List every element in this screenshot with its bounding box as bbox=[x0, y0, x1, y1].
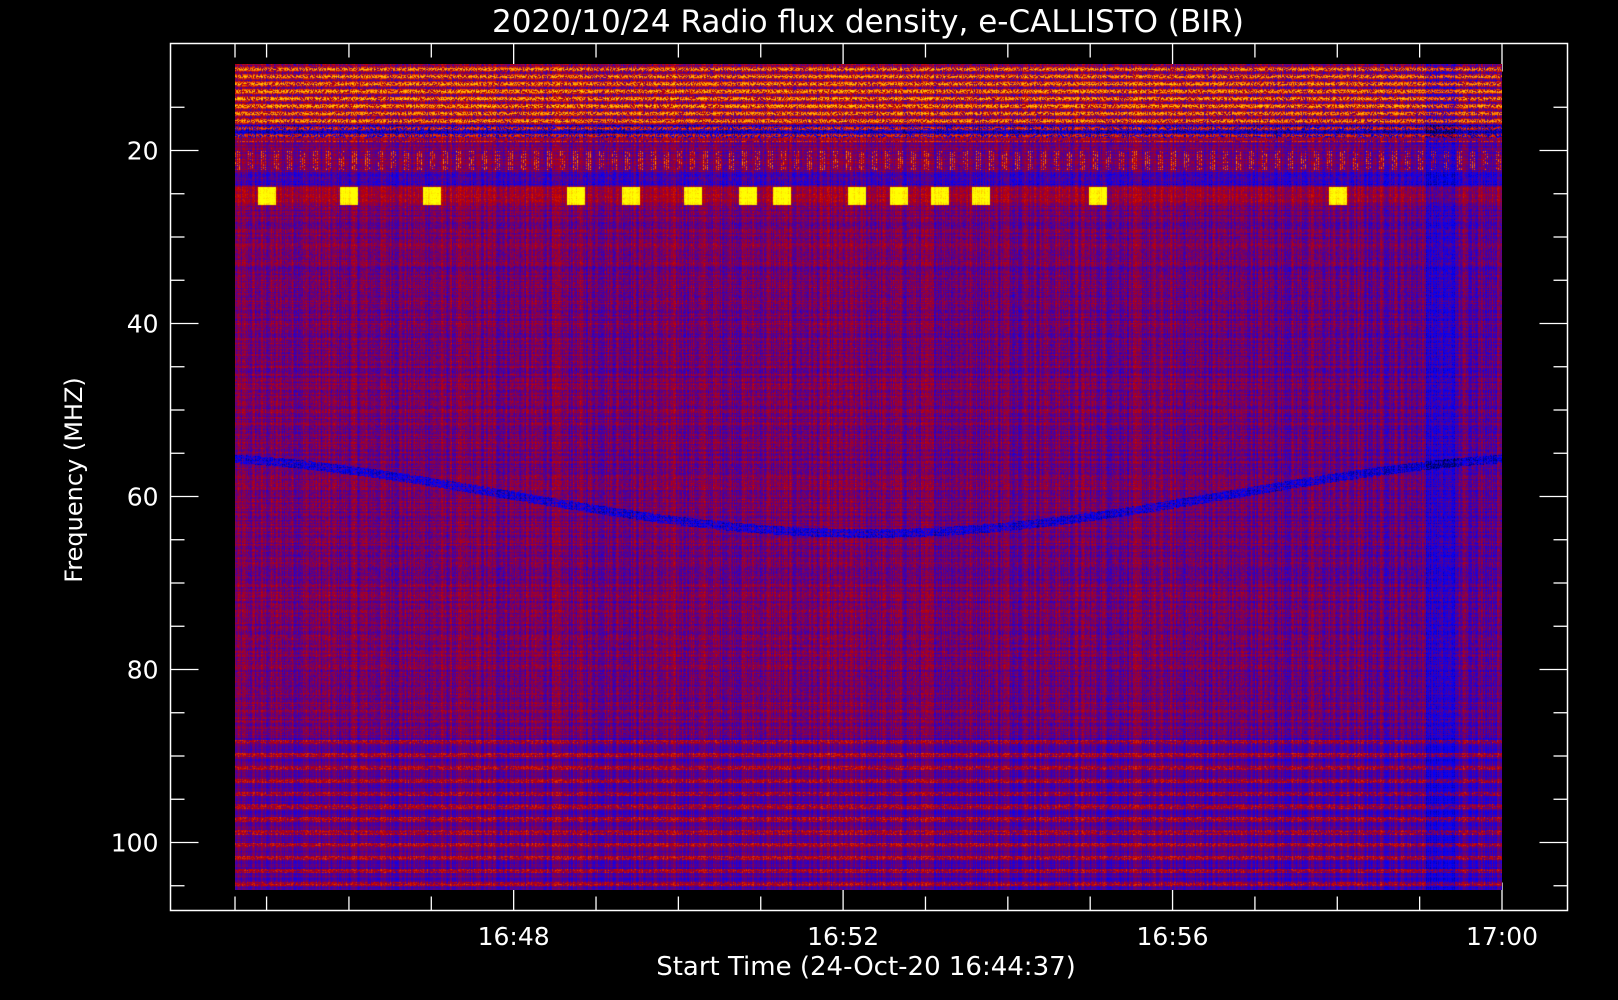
y-axis-label: Frequency (MHZ) bbox=[60, 377, 88, 583]
spectrogram-image bbox=[235, 64, 1502, 890]
x-tick-label: 16:48 bbox=[478, 922, 550, 951]
x-axis-label: Start Time (24-Oct-20 16:44:37) bbox=[656, 952, 1076, 982]
x-tick-label: 16:52 bbox=[807, 922, 879, 951]
chart-title: 2020/10/24 Radio flux density, e-CALLIST… bbox=[492, 4, 1244, 40]
y-tick-label: 20 bbox=[127, 137, 159, 166]
y-tick-label: 60 bbox=[127, 483, 159, 512]
x-tick-label: 16:56 bbox=[1137, 922, 1209, 951]
y-tick-label: 80 bbox=[127, 656, 159, 685]
x-tick-label: 17:00 bbox=[1466, 922, 1538, 951]
y-tick-label: 40 bbox=[127, 310, 159, 339]
y-tick-label: 100 bbox=[111, 829, 159, 858]
